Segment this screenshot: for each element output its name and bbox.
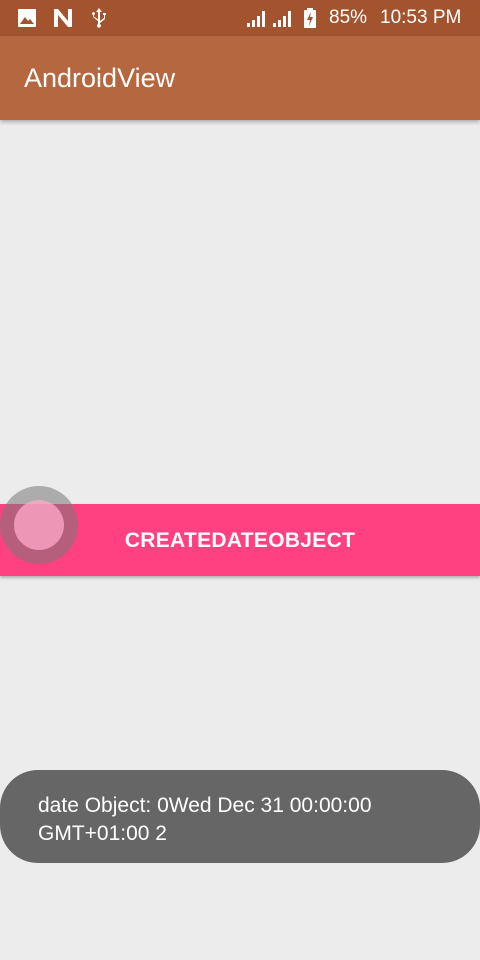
app-bar: AndroidView [0,36,480,120]
status-bar: 85% 10:53 PM [0,0,480,36]
image-icon [18,9,36,27]
toast-line-2: GMT+01:00 2 [38,822,167,845]
signal-sim1-icon [247,11,265,27]
toast-line-1: date Object: 0Wed Dec 31 00:00:00 [38,794,372,817]
battery-charging-icon [304,8,316,28]
toast-message: date Object: 0Wed Dec 31 00:00:00 GMT+01… [0,770,480,863]
touch-indicator-dot [14,500,64,550]
n-notification-icon [54,9,72,27]
touch-indicator [0,486,78,564]
usb-icon [92,8,106,28]
status-time: 10:53 PM [380,7,462,28]
signal-sim2-icon [273,11,291,27]
app-title: AndroidView [24,63,176,93]
toast-text: date Object: 0Wed Dec 31 00:00:00 GMT+01… [38,792,438,848]
screen: 85% 10:53 PM AndroidView CREATEDATEOBJEC… [0,0,480,960]
battery-percentage: 85% [329,7,368,28]
